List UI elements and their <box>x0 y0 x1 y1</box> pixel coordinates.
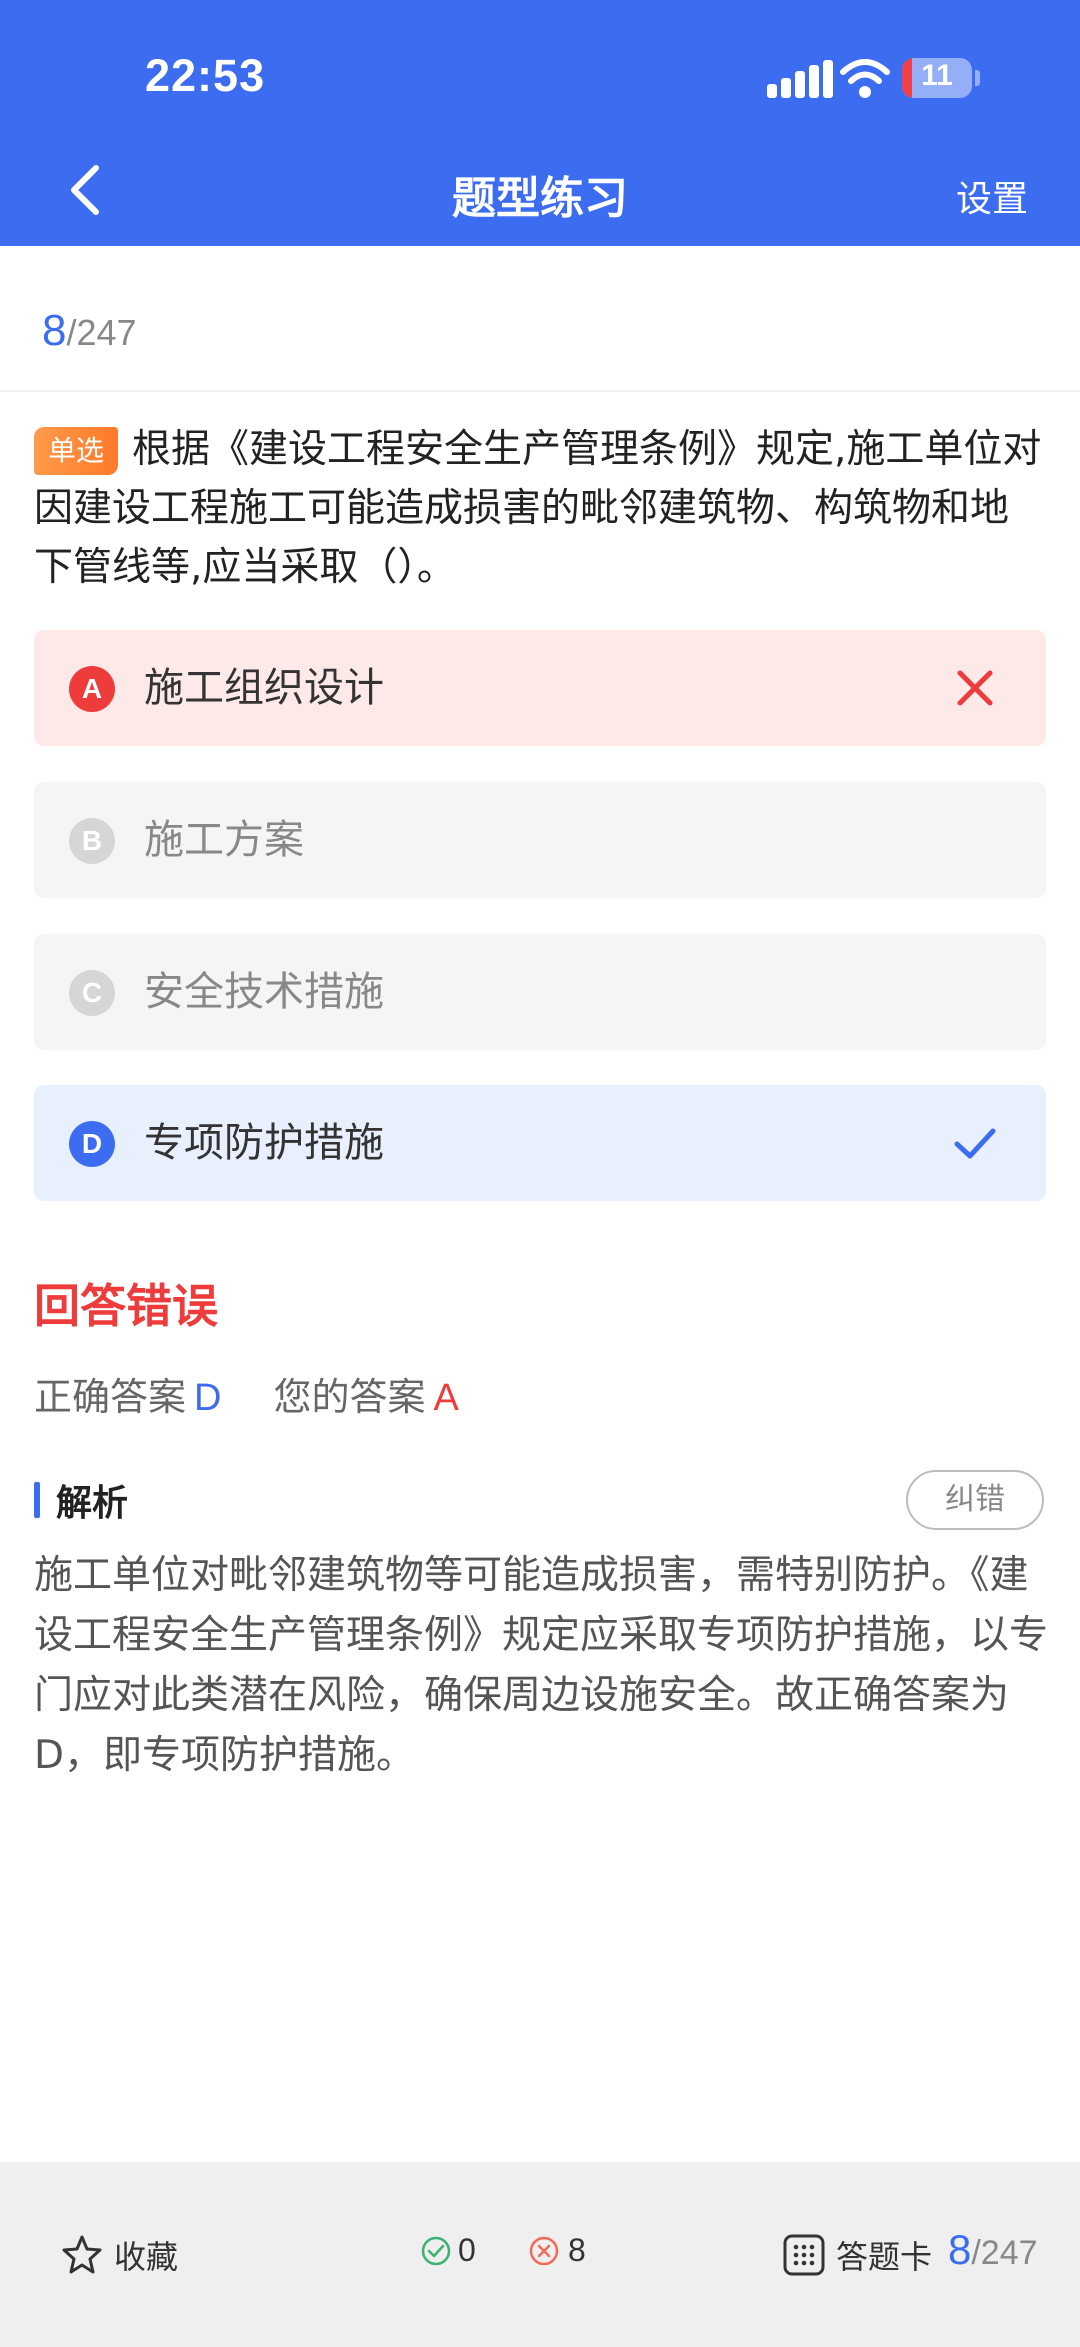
option-label: 施工组织设计 <box>144 665 384 711</box>
wrong-count: 8 <box>528 2232 586 2269</box>
analysis-text: 施工单位对毗邻建筑物等可能造成损害，需特别防护。《建设工程安全生产管理条例》规定… <box>34 1553 1049 1778</box>
battery-icon: 11 <box>902 58 972 98</box>
wifi-icon <box>840 59 890 98</box>
grid-icon <box>783 2234 825 2276</box>
bottom-progress-total: /247 <box>971 2234 1038 2272</box>
favorite-button[interactable]: 收藏 <box>60 2232 178 2278</box>
option-d[interactable]: D 专项防护措施 <box>34 1085 1046 1201</box>
answer-summary: 正确答案 D 您的答案 A <box>34 1366 459 1421</box>
option-c[interactable]: C 安全技术措施 <box>34 934 1046 1050</box>
option-label: 施工方案 <box>144 817 304 863</box>
progress-current: 8 <box>42 306 67 355</box>
bottom-progress: 8/247 <box>948 2226 1038 2274</box>
battery-level: 11 <box>921 59 953 92</box>
option-label: 专项防护措施 <box>144 1120 384 1166</box>
correct-count: 0 <box>420 2232 476 2269</box>
status-time: 22:53 <box>145 50 266 101</box>
your-answer-letter: A <box>433 1377 459 1419</box>
option-letter: B <box>69 818 115 864</box>
star-icon <box>62 2235 102 2274</box>
option-letter: D <box>69 1121 115 1167</box>
wrong-x-icon <box>957 670 993 706</box>
correct-check-icon <box>954 1128 996 1159</box>
favorite-label: 收藏 <box>114 2238 179 2276</box>
your-answer-label: 您的答案 <box>273 1375 426 1419</box>
correct-count-value: 0 <box>458 2232 476 2268</box>
bottom-progress-current: 8 <box>948 2226 972 2273</box>
correct-answer-letter: D <box>194 1377 222 1419</box>
x-circle-icon <box>529 2236 559 2265</box>
option-b[interactable]: B 施工方案 <box>34 782 1046 898</box>
check-circle-icon <box>421 2236 451 2265</box>
question-progress: 8/247 <box>42 306 137 356</box>
question-stem: 单选 根据《建设工程安全生产管理条例》规定,施工单位对因建设工程施工可能造成损害的… <box>34 420 1046 597</box>
option-a[interactable]: A 施工组织设计 <box>34 630 1046 746</box>
analysis-title: 解析 <box>56 1483 129 1524</box>
cellular-signal-icon <box>767 60 833 98</box>
report-error-button[interactable]: 纠错 <box>906 1470 1044 1530</box>
divider <box>0 390 1080 392</box>
answer-card-button[interactable]: 答题卡 <box>782 2232 932 2278</box>
option-letter: A <box>69 666 115 712</box>
correct-answer-label: 正确答案 <box>34 1375 187 1419</box>
page-title: 题型练习 <box>452 173 628 224</box>
option-label: 安全技术措施 <box>144 969 384 1015</box>
settings-button[interactable]: 设置 <box>956 170 1028 222</box>
question-type-badge: 单选 <box>34 427 119 475</box>
section-accent-bar <box>34 1482 40 1518</box>
answer-result-status: 回答错误 <box>34 1279 218 1333</box>
option-letter: C <box>69 970 115 1016</box>
progress-total: /247 <box>66 312 137 353</box>
answer-card-label: 答题卡 <box>836 2238 933 2276</box>
wrong-count-value: 8 <box>568 2232 586 2268</box>
question-text: 根据《建设工程安全生产管理条例》规定,施工单位对因建设工程施工可能造成损害的毗邻… <box>34 427 1042 590</box>
